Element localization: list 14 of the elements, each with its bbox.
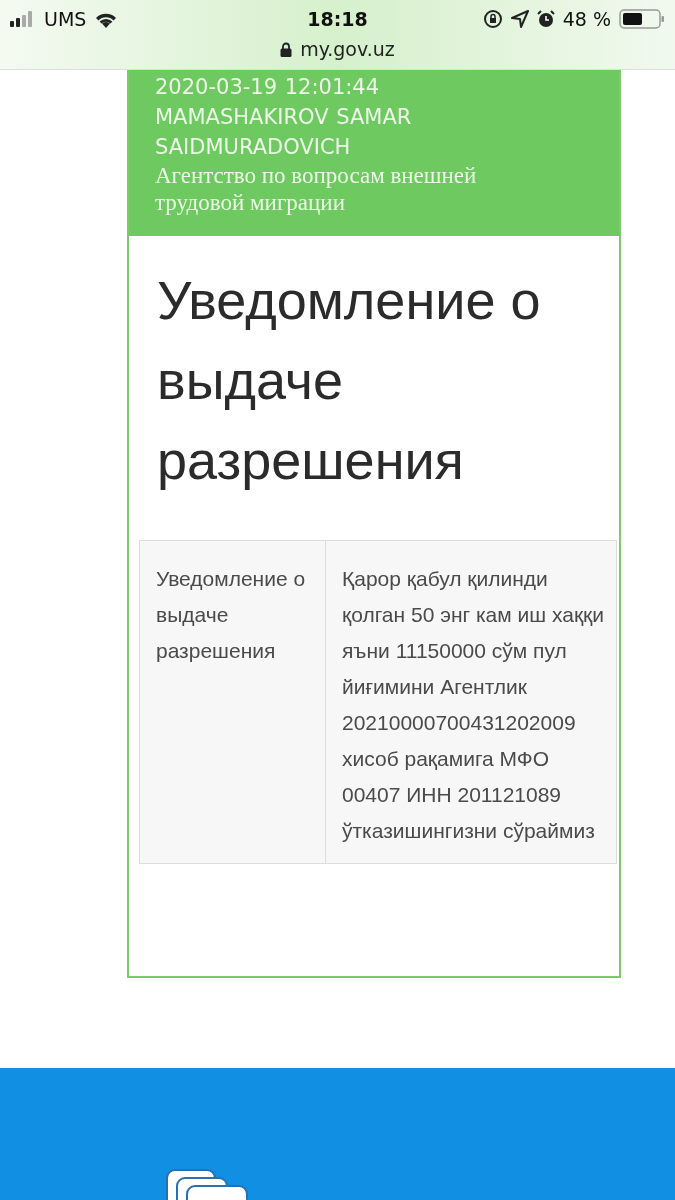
table-cell: Қарор қабул қилинди қолган 50 энг кам иш хаққи яъни 11150000 сўм пул йиғимини Агентлик 20210000700431202009 хисоб рақамига МФО 00407 ИНН 201121089 ўтказишингизни сўраймиз	[325, 540, 617, 864]
submission-info: 2020-03-19 12:01:44 MAMASHAKIROV SAMAR SAIDMURADOVICH	[155, 74, 413, 161]
battery-percent: 48 %	[562, 8, 611, 30]
url-text[interactable]: my.gov.uz	[300, 38, 395, 60]
organization-name: Агентство по вопросам внешней трудовой миграции	[155, 162, 478, 216]
table-cell: Уведомление о выдаче разрешения	[139, 540, 326, 864]
card-title: Уведомление о выдаче разрешения	[157, 269, 542, 492]
location-arrow-icon	[510, 10, 529, 28]
rotation-lock-icon	[482, 9, 503, 29]
alarm-clock-icon	[536, 10, 555, 28]
carrier-name: UMS	[44, 8, 87, 30]
lock-icon	[280, 41, 293, 57]
clock-time: 18:18	[307, 8, 368, 30]
battery-icon	[619, 9, 665, 29]
